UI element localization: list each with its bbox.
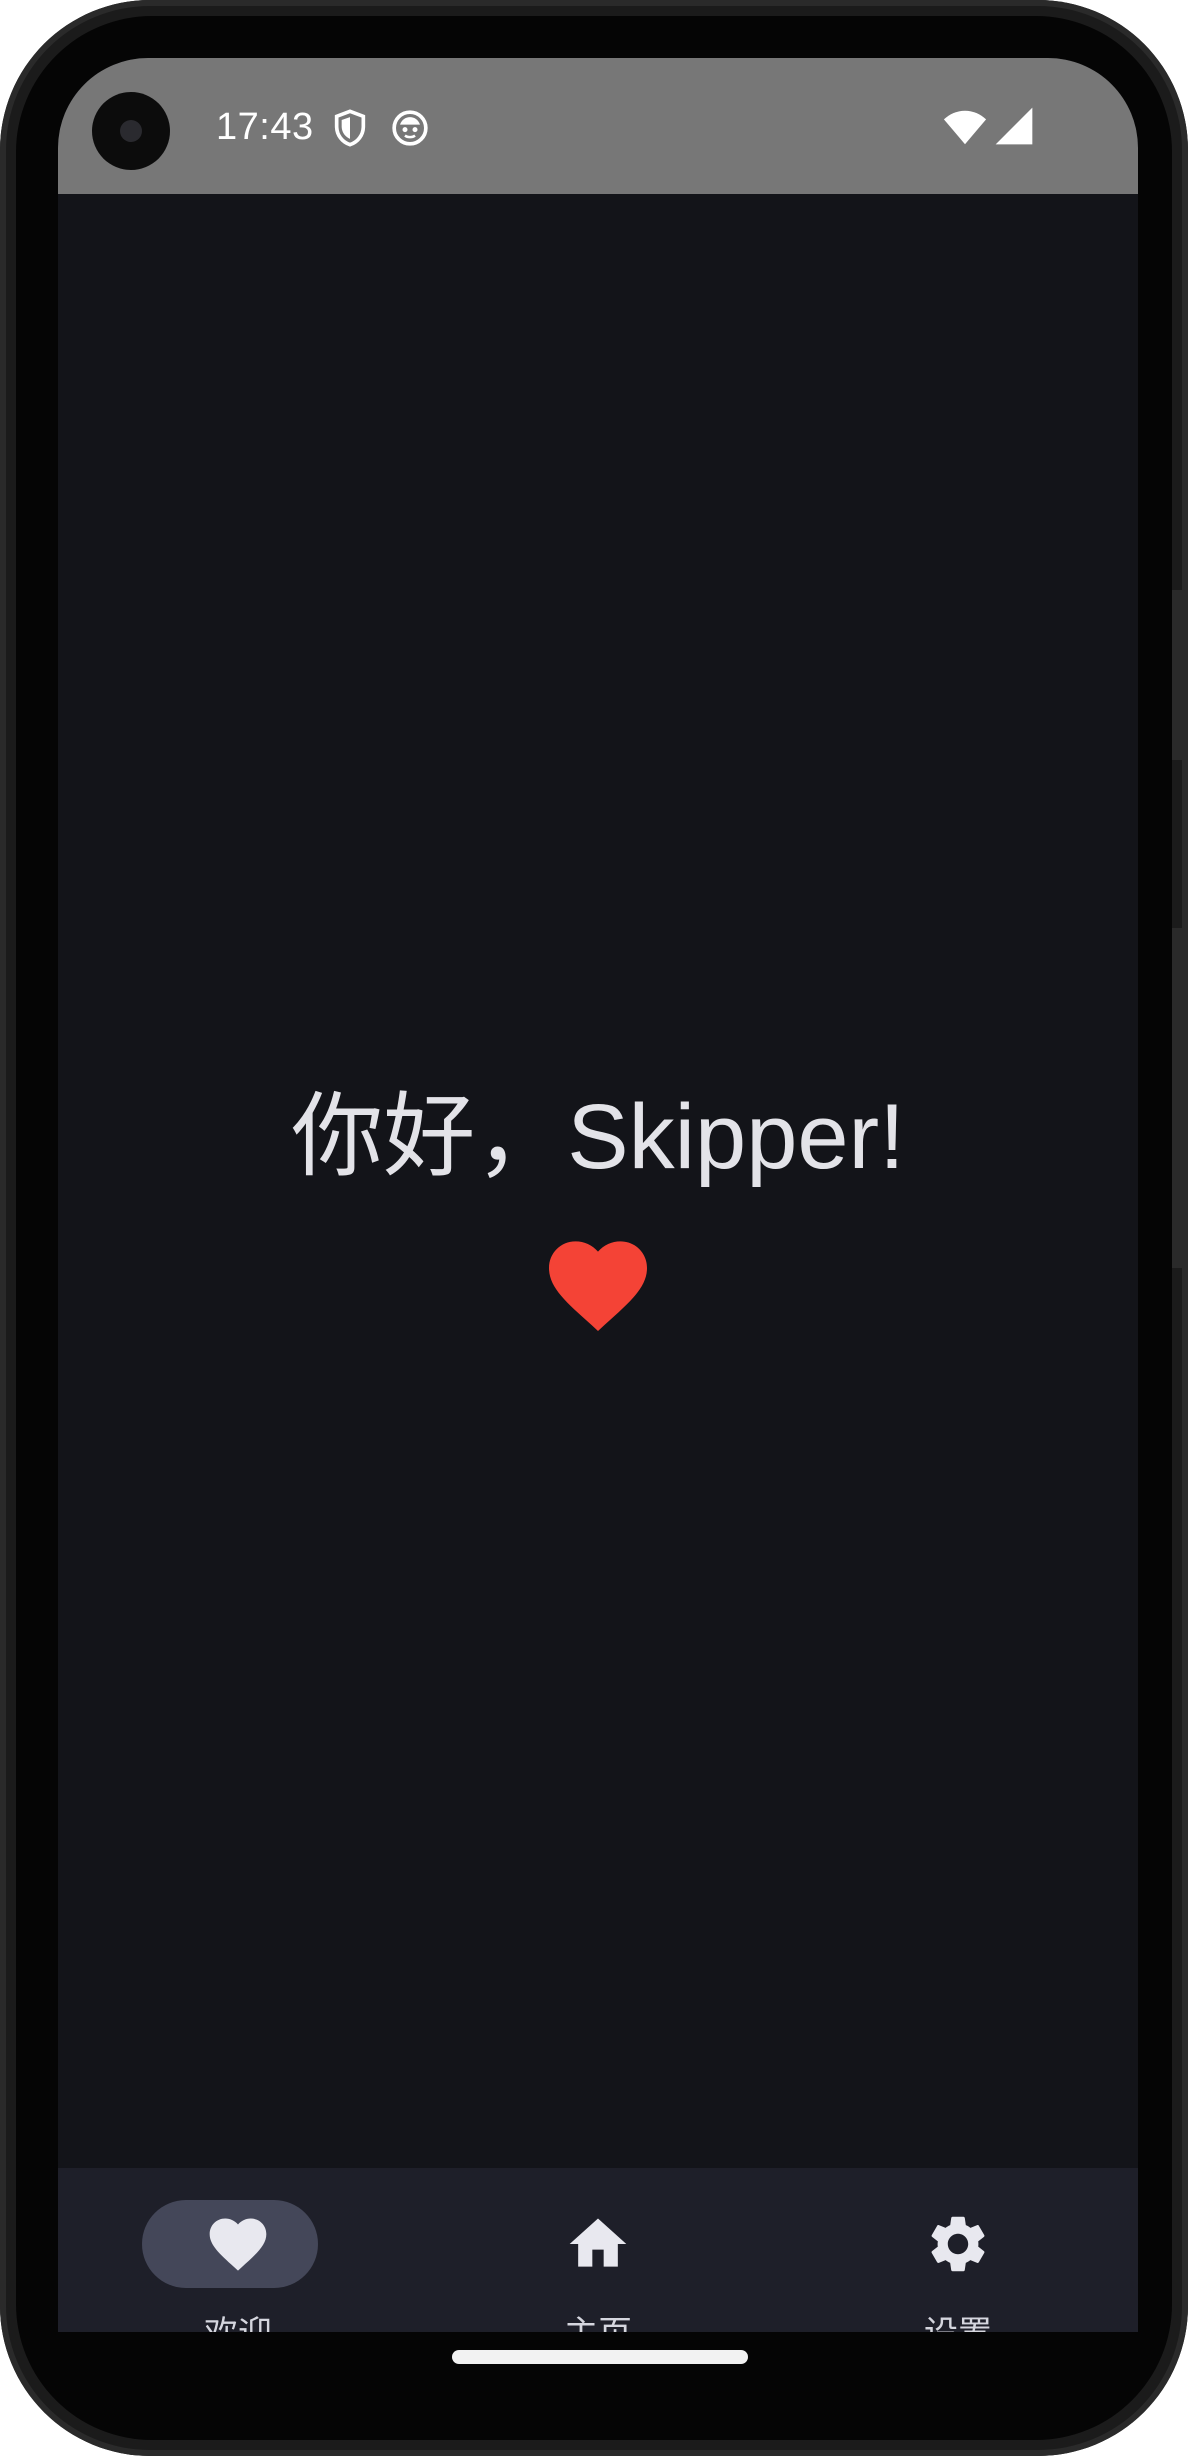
greeting-text: 你好，Skipper! — [291, 1086, 905, 1188]
heart-icon — [209, 2218, 267, 2271]
screen: 17:43 你好，Skipper! — [58, 58, 1138, 2332]
nav-label-settings: 设置 — [778, 2306, 1138, 2332]
shield-icon — [334, 109, 366, 147]
bottom-navigation-bar: 欢迎 主页 设置 — [58, 2168, 1138, 2332]
home-gesture-bar[interactable] — [452, 2350, 748, 2364]
gear-icon — [931, 2216, 985, 2272]
app-notification-icon — [392, 110, 428, 146]
front-camera — [92, 92, 170, 170]
status-bar: 17:43 — [58, 58, 1138, 194]
heart-icon — [549, 1241, 647, 1331]
status-time: 17:43 — [216, 106, 314, 148]
phone-frame: 17:43 你好，Skipper! — [0, 0, 1188, 2456]
welcome-content: 你好，Skipper! — [58, 194, 1138, 2168]
volume-button — [1172, 928, 1188, 1268]
power-button — [1172, 590, 1188, 760]
nav-item-welcome[interactable]: 欢迎 — [58, 2168, 418, 2332]
nav-label-welcome: 欢迎 — [58, 2306, 418, 2332]
nav-label-home: 主页 — [418, 2306, 778, 2332]
cell-signal-icon — [995, 107, 1033, 145]
nav-item-settings[interactable]: 设置 — [778, 2168, 1138, 2332]
nav-item-home[interactable]: 主页 — [418, 2168, 778, 2332]
wifi-icon — [943, 110, 987, 145]
home-icon — [569, 2218, 627, 2267]
